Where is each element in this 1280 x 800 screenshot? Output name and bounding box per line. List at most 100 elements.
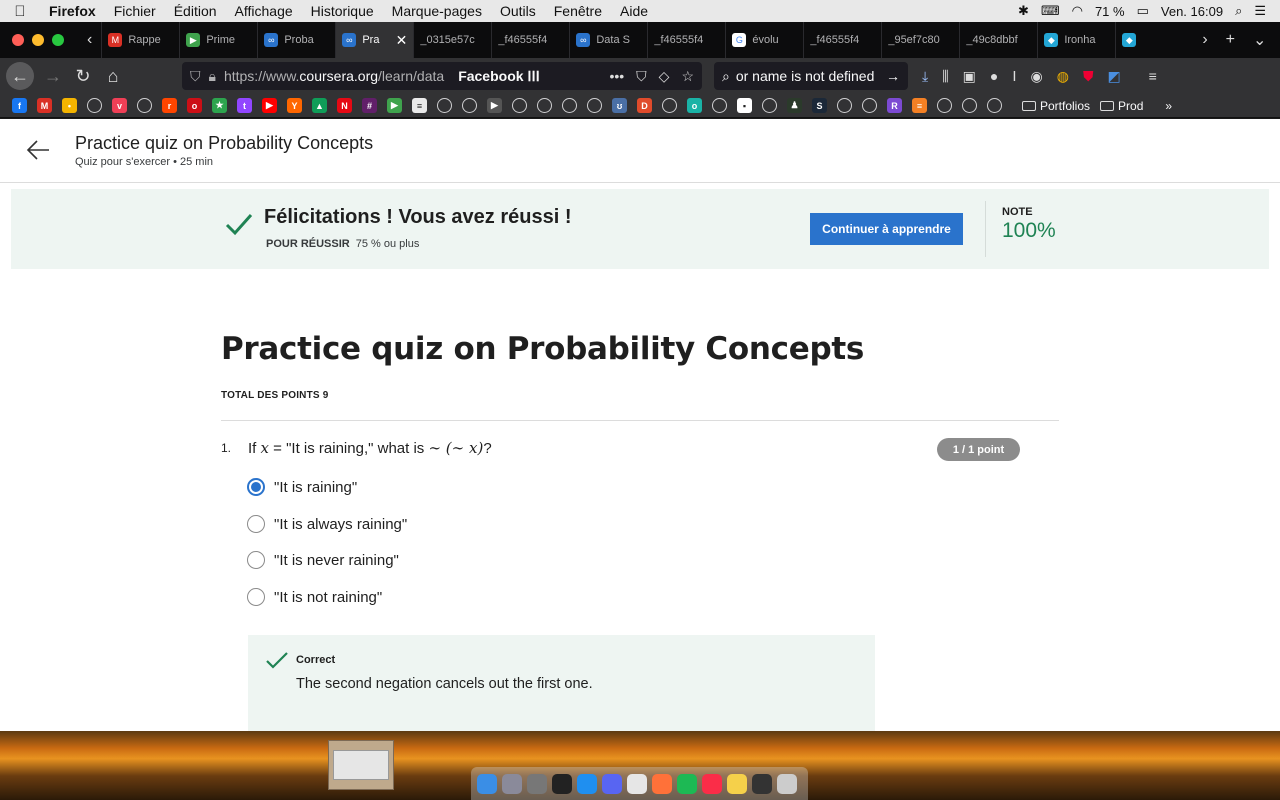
app-store-icon[interactable] xyxy=(577,773,597,794)
bookmark-slack-icon[interactable]: # xyxy=(362,98,377,113)
battery-percent[interactable]: 71 % xyxy=(1095,4,1125,19)
radio-unselected[interactable] xyxy=(247,551,265,569)
keyboard-icon[interactable]: ⌨ xyxy=(1041,3,1060,19)
tab[interactable]: ∞ Data S xyxy=(569,22,647,58)
tab[interactable]: _f46555f4 xyxy=(803,22,881,58)
tab-scroll-left-icon[interactable]: ‹ xyxy=(78,31,101,49)
menu-edit[interactable]: Édition xyxy=(165,3,226,19)
bookmark-stack-icon[interactable]: ≡ xyxy=(912,98,927,113)
bookmark-globe-icon[interactable] xyxy=(462,98,477,113)
tab[interactable]: Gévolu xyxy=(725,22,803,58)
radio-unselected[interactable] xyxy=(247,588,265,606)
pocket-icon[interactable]: ⛉ xyxy=(636,68,647,85)
tab[interactable]: M Rappe xyxy=(101,22,179,58)
menu-window[interactable]: Fenêtre xyxy=(545,3,611,19)
bookmark-globe-icon[interactable] xyxy=(87,98,102,113)
bookmark-globe-icon[interactable] xyxy=(712,98,727,113)
answer-option[interactable]: "It is not raining" xyxy=(247,588,382,606)
tab[interactable]: _95ef7c80 xyxy=(881,22,959,58)
home-icon[interactable]: ⌂ xyxy=(98,61,128,91)
facebook-container-label[interactable]: Facebook ⵏⵏⵏ xyxy=(458,68,540,85)
launchpad-icon[interactable] xyxy=(502,773,522,794)
bookmark-globe-icon[interactable] xyxy=(587,98,602,113)
bookmark-youtube-icon[interactable]: ▶ xyxy=(262,98,277,113)
clock[interactable]: Ven. 16:09 xyxy=(1161,4,1223,19)
bookmark-globe-icon[interactable] xyxy=(937,98,952,113)
bookmarks-overflow-icon[interactable]: » xyxy=(1165,99,1172,113)
bookmark-play-icon[interactable]: ▶ xyxy=(387,98,402,113)
radio-selected[interactable] xyxy=(247,478,265,496)
search-go-icon[interactable]: → xyxy=(886,68,900,84)
bookmark-ycombinator-icon[interactable]: Y xyxy=(287,98,302,113)
bookmark-globe-icon[interactable] xyxy=(987,98,1002,113)
bookmark-drive-icon[interactable]: ▲ xyxy=(312,98,327,113)
close-tab-icon[interactable]: ✕ xyxy=(396,32,408,49)
wifi-icon[interactable]: ◠ xyxy=(1072,3,1083,19)
extension-owl-icon[interactable]: ◍ xyxy=(1057,68,1069,85)
firefox-icon[interactable] xyxy=(652,773,672,794)
bookmark-folder-portfolios[interactable]: Portfolios xyxy=(1022,99,1090,113)
bookmark-graph-icon[interactable]: ʊ xyxy=(612,98,627,113)
bookmark-globe-icon[interactable] xyxy=(862,98,877,113)
url-bar[interactable]: ⛉ 🔒︎ https://www.coursera.org/learn/data… xyxy=(182,62,702,90)
lock-icon[interactable]: 🔒︎ xyxy=(209,68,216,85)
bookmark-netflix-icon[interactable]: N xyxy=(337,98,352,113)
tab[interactable]: _0315e57c xyxy=(413,22,491,58)
menu-help[interactable]: Aide xyxy=(611,3,657,19)
bookmark-steam-icon[interactable]: S xyxy=(812,98,827,113)
control-center-icon[interactable]: ☰ xyxy=(1254,3,1266,19)
bookmark-globe-icon[interactable] xyxy=(662,98,677,113)
menu-view[interactable]: Affichage xyxy=(226,3,302,19)
zoom-window-button[interactable] xyxy=(52,34,64,46)
tab-active[interactable]: ∞ Pra ✕ xyxy=(335,22,414,58)
bookmark-play-grey-icon[interactable]: ▶ xyxy=(487,98,502,113)
bookmark-keep-icon[interactable]: • xyxy=(62,98,77,113)
close-window-button[interactable] xyxy=(12,34,24,46)
answer-option[interactable]: "It is always raining" xyxy=(247,515,407,533)
tab[interactable]: _49c8dbbf xyxy=(959,22,1037,58)
menu-bookmarks[interactable]: Marque-pages xyxy=(383,3,491,19)
reload-icon[interactable]: ↻ xyxy=(68,61,98,91)
list-tabs-icon[interactable]: ⌄ xyxy=(1244,30,1275,50)
bookmark-star-icon[interactable]: ☆ xyxy=(681,68,694,85)
new-tab-icon[interactable]: + xyxy=(1217,31,1244,49)
menu-tools[interactable]: Outils xyxy=(491,3,545,19)
bookmark-gmail-icon[interactable]: M xyxy=(37,98,52,113)
radio-unselected[interactable] xyxy=(247,515,265,533)
tab[interactable]: _f46555f4 xyxy=(647,22,725,58)
shield-icon[interactable]: ⛉ xyxy=(190,68,201,85)
bookmark-framework-icon[interactable]: ▪ xyxy=(737,98,752,113)
bookmark-folder-prod[interactable]: Prod xyxy=(1100,99,1143,113)
answer-option[interactable]: "It is never raining" xyxy=(247,551,399,569)
finder-icon[interactable] xyxy=(477,773,497,794)
minimize-window-button[interactable] xyxy=(32,34,44,46)
bookmark-globe-icon[interactable] xyxy=(562,98,577,113)
menu-hamburger-icon[interactable]: ≡ xyxy=(1149,68,1157,85)
tab[interactable]: ∞ Proba xyxy=(257,22,335,58)
extension-d-icon[interactable]: ◉ xyxy=(1031,68,1043,85)
tab[interactable]: ◆ xyxy=(1115,22,1193,58)
spotify-icon[interactable] xyxy=(677,773,697,794)
bookmark-news-icon[interactable]: ≡ xyxy=(412,98,427,113)
bookmark-star-icon[interactable]: ★ xyxy=(212,98,227,113)
account-icon[interactable]: ● xyxy=(990,68,998,85)
search-field[interactable]: ⌕ or name is not defined → xyxy=(714,62,908,90)
desktop-window-thumbnail[interactable] xyxy=(328,740,394,790)
tab[interactable]: ▶ Prime xyxy=(179,22,257,58)
bookmark-reddit-icon[interactable]: r xyxy=(162,98,177,113)
tab-scroll-right-icon[interactable]: › xyxy=(1193,31,1216,49)
bookmark-opera-icon[interactable]: o xyxy=(187,98,202,113)
ublock-icon[interactable]: ⛊ xyxy=(1083,68,1094,85)
bookmark-twitch-icon[interactable]: t xyxy=(237,98,252,113)
itunes-icon[interactable] xyxy=(702,773,722,794)
sidebar-icon[interactable]: ▣ xyxy=(963,68,976,85)
bookmark-steam-pic-icon[interactable]: ♟ xyxy=(787,98,802,113)
bookmark-globe-icon[interactable] xyxy=(837,98,852,113)
containers-icon[interactable]: ⵏ xyxy=(1012,68,1016,85)
bookmark-globe-icon[interactable] xyxy=(437,98,452,113)
bookmark-globe-icon[interactable] xyxy=(137,98,152,113)
answer-option[interactable]: "It is raining" xyxy=(247,478,357,496)
download-icon[interactable]: ⤓ xyxy=(922,68,928,85)
spotlight-icon[interactable]: ⌕ xyxy=(1235,3,1242,19)
trash-icon[interactable] xyxy=(777,773,797,794)
